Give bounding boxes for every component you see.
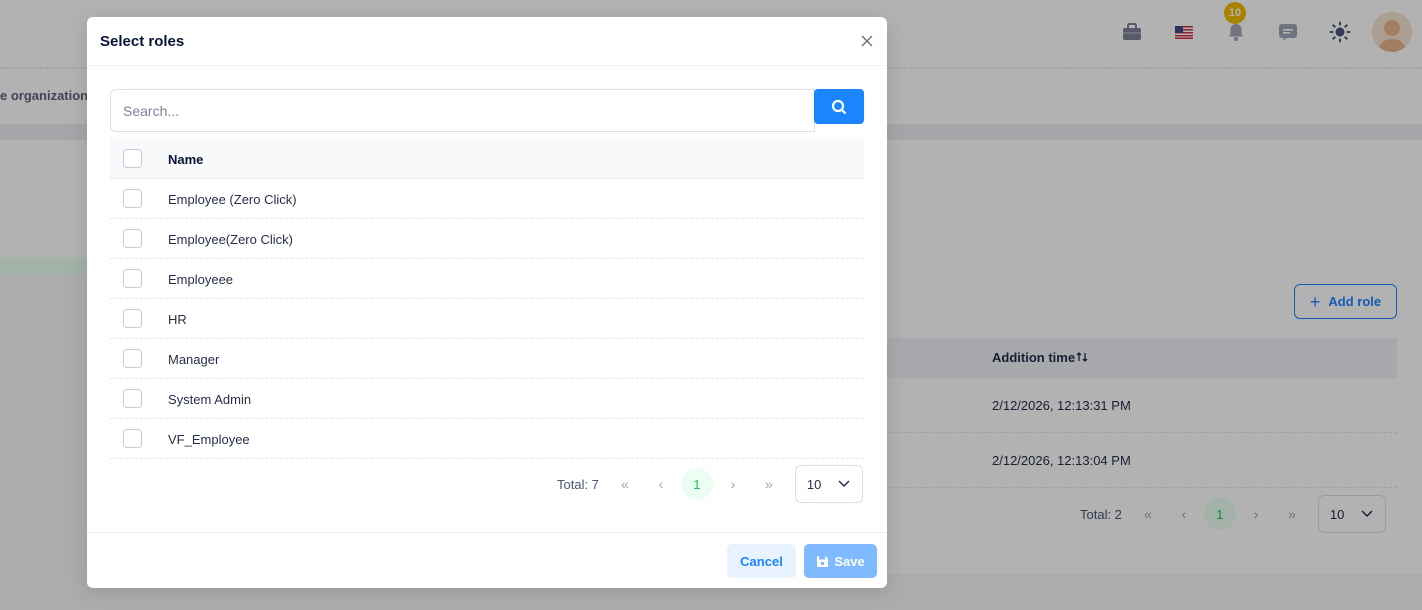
role-row[interactable]: VF_Employee — [110, 419, 864, 459]
search-input[interactable] — [110, 89, 815, 132]
role-checkbox[interactable] — [123, 389, 142, 408]
save-button[interactable]: Save — [804, 544, 877, 578]
role-checkbox[interactable] — [123, 429, 142, 448]
chevron-down-icon — [838, 480, 850, 488]
role-row[interactable]: System Admin — [110, 379, 864, 419]
search-icon — [831, 99, 847, 114]
cancel-button[interactable]: Cancel — [727, 544, 796, 578]
next-page-icon[interactable]: › — [715, 466, 751, 502]
role-row[interactable]: Employee (Zero Click) — [110, 179, 864, 219]
role-row[interactable]: Employeee — [110, 259, 864, 299]
dialog-header: Select roles — [87, 17, 887, 66]
role-name: System Admin — [168, 392, 252, 407]
page-number[interactable]: 1 — [680, 468, 713, 500]
role-name: Employeee — [168, 272, 234, 287]
role-checkbox[interactable] — [123, 349, 142, 368]
role-name: Manager — [168, 352, 220, 367]
roles-table-header: Name — [110, 139, 864, 179]
close-icon — [861, 35, 873, 47]
save-icon — [817, 555, 829, 567]
role-checkbox[interactable] — [123, 309, 142, 328]
close-button[interactable] — [857, 31, 877, 51]
role-name: HR — [168, 312, 187, 327]
last-page-icon[interactable]: » — [751, 466, 787, 502]
role-row[interactable]: Manager — [110, 339, 864, 379]
role-checkbox[interactable] — [123, 269, 142, 288]
name-column-header: Name — [168, 152, 204, 167]
dialog-footer: Cancel Save — [87, 532, 887, 588]
search-bar — [110, 89, 864, 132]
first-page-icon[interactable]: « — [607, 466, 643, 502]
role-checkbox[interactable] — [123, 229, 142, 248]
select-all-checkbox[interactable] — [123, 149, 142, 168]
dialog-pagination: Total: 7 « ‹ 1 › » 10 — [557, 465, 863, 503]
pagination-total: Total: 7 — [557, 476, 599, 492]
roles-table: Name Employee (Zero Click) Employee(Zero… — [110, 139, 864, 459]
save-label: Save — [834, 553, 865, 569]
role-name: Employee (Zero Click) — [168, 192, 297, 207]
prev-page-icon[interactable]: ‹ — [643, 466, 679, 502]
page-size-select[interactable]: 10 — [794, 465, 863, 503]
role-name: Employee(Zero Click) — [168, 232, 293, 247]
role-checkbox[interactable] — [123, 189, 142, 208]
role-row[interactable]: HR — [110, 299, 864, 339]
role-name: VF_Employee — [168, 432, 250, 447]
role-row[interactable]: Employee(Zero Click) — [110, 219, 864, 259]
dialog-title: Select roles — [100, 33, 185, 50]
select-roles-dialog: Select roles Name Employee (Zero Click) … — [87, 17, 887, 588]
search-button[interactable] — [814, 89, 864, 124]
